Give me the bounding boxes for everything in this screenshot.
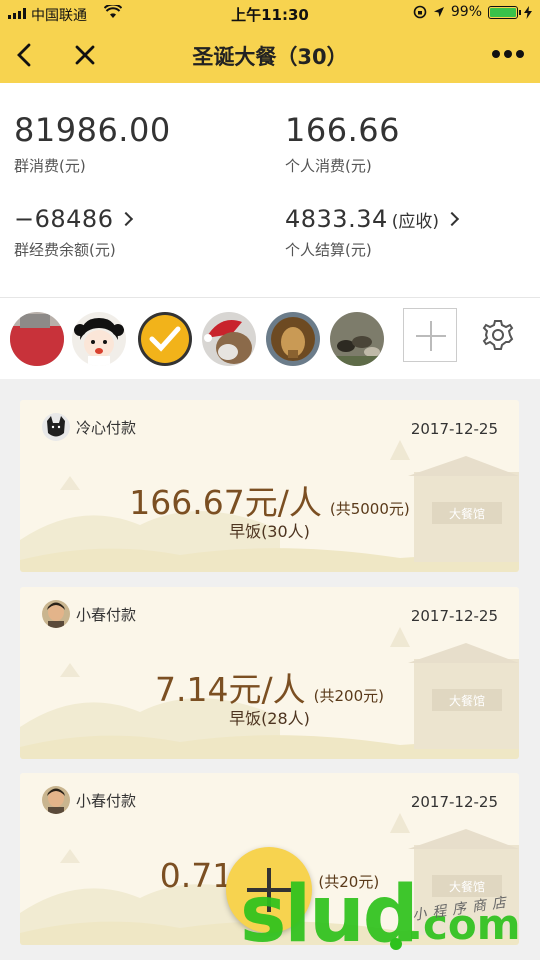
personal-settle-value: 4833.34 bbox=[285, 205, 388, 233]
payer-avatar bbox=[42, 600, 70, 628]
total-amount: (共200元) bbox=[313, 687, 384, 705]
group-fund-value: −68486 bbox=[14, 205, 114, 233]
record-date: 2017-12-25 bbox=[410, 793, 498, 811]
payer-avatar bbox=[42, 413, 70, 441]
record-amount: 166.67元/人 (共5000元) bbox=[20, 476, 519, 524]
page-title: 圣诞大餐（30） bbox=[192, 45, 348, 69]
personal-spend-value: 166.66 bbox=[285, 111, 400, 149]
payer-avatar bbox=[42, 786, 70, 814]
payer: 小春付款 bbox=[42, 600, 136, 628]
record-date: 2017-12-25 bbox=[410, 420, 498, 438]
per-person-amount: 7.14元/人 bbox=[155, 670, 306, 709]
personal-settle-stat[interactable]: 4833.34 (应收) 个人结算(元) bbox=[285, 205, 460, 260]
chevron-right-icon bbox=[444, 211, 460, 227]
total-amount: (共5000元) bbox=[329, 500, 410, 518]
personal-spend-label: 个人消费(元) bbox=[285, 157, 372, 175]
group-fund-label: 群经费余额(元) bbox=[14, 241, 116, 259]
member-avatar-2[interactable] bbox=[72, 312, 126, 366]
watermark: slud .com 小程序商店 bbox=[240, 870, 540, 960]
watermark-dot bbox=[390, 938, 402, 950]
group-spend-value: 81986.00 bbox=[14, 111, 171, 149]
more-icon[interactable] bbox=[492, 50, 524, 58]
member-avatar-4[interactable] bbox=[202, 312, 256, 366]
top-bar: 中国联通 上午11:30 99% 圣诞大餐（30） bbox=[0, 0, 540, 83]
status-bar: 中国联通 上午11:30 99% bbox=[0, 0, 540, 28]
nav-bar: 圣诞大餐（30） bbox=[0, 28, 540, 83]
rotation-lock-icon bbox=[413, 5, 427, 19]
charging-icon bbox=[524, 5, 532, 19]
personal-spend-stat: 166.66 个人消费(元) bbox=[285, 111, 400, 176]
group-fund-stat[interactable]: −68486 群经费余额(元) bbox=[14, 205, 134, 260]
per-person-amount: 166.67元/人 bbox=[129, 483, 322, 522]
record-date: 2017-12-25 bbox=[410, 607, 498, 625]
personal-settle-suffix: (应收) bbox=[391, 212, 440, 232]
chevron-right-icon bbox=[119, 211, 134, 227]
record-amount: 7.14元/人 (共200元) bbox=[20, 663, 519, 711]
meal-label: 早饭(30人) bbox=[229, 522, 310, 541]
group-spend-stat: 81986.00 群消费(元) bbox=[14, 111, 171, 176]
payer-name: 冷心付款 bbox=[76, 418, 137, 437]
payer-name: 小春付款 bbox=[76, 605, 137, 624]
member-avatar-5[interactable] bbox=[266, 312, 320, 366]
status-right: 99% bbox=[413, 4, 532, 20]
meal-label: 早饭(28人) bbox=[229, 709, 310, 728]
settings-gear-icon[interactable] bbox=[481, 318, 515, 352]
payer: 冷心付款 bbox=[42, 413, 136, 441]
location-icon bbox=[433, 7, 444, 17]
payer: 小春付款 bbox=[42, 786, 136, 814]
payer-name: 小春付款 bbox=[76, 791, 137, 810]
summary-panel: 81986.00 群消费(元) 166.66 个人消费(元) −68486 群经… bbox=[0, 83, 540, 297]
battery-icon bbox=[488, 5, 521, 19]
member-avatar-3[interactable] bbox=[138, 312, 192, 366]
record-card[interactable]: 大餐馆 小春付款 2017-12-25 7.14元/人 (共200元) 早饭(28… bbox=[20, 587, 519, 759]
member-avatar-6[interactable] bbox=[330, 312, 384, 366]
member-avatar-1[interactable] bbox=[10, 312, 64, 366]
group-spend-label: 群消费(元) bbox=[14, 157, 86, 175]
add-member-button[interactable] bbox=[403, 308, 457, 362]
battery-percent: 99% bbox=[450, 4, 482, 20]
member-row bbox=[0, 297, 540, 379]
personal-settle-label: 个人结算(元) bbox=[285, 241, 372, 259]
record-card[interactable]: 大餐馆 冷心付款 2017-12-25 166.67元/人 (共5000元) 早饭… bbox=[20, 400, 519, 572]
